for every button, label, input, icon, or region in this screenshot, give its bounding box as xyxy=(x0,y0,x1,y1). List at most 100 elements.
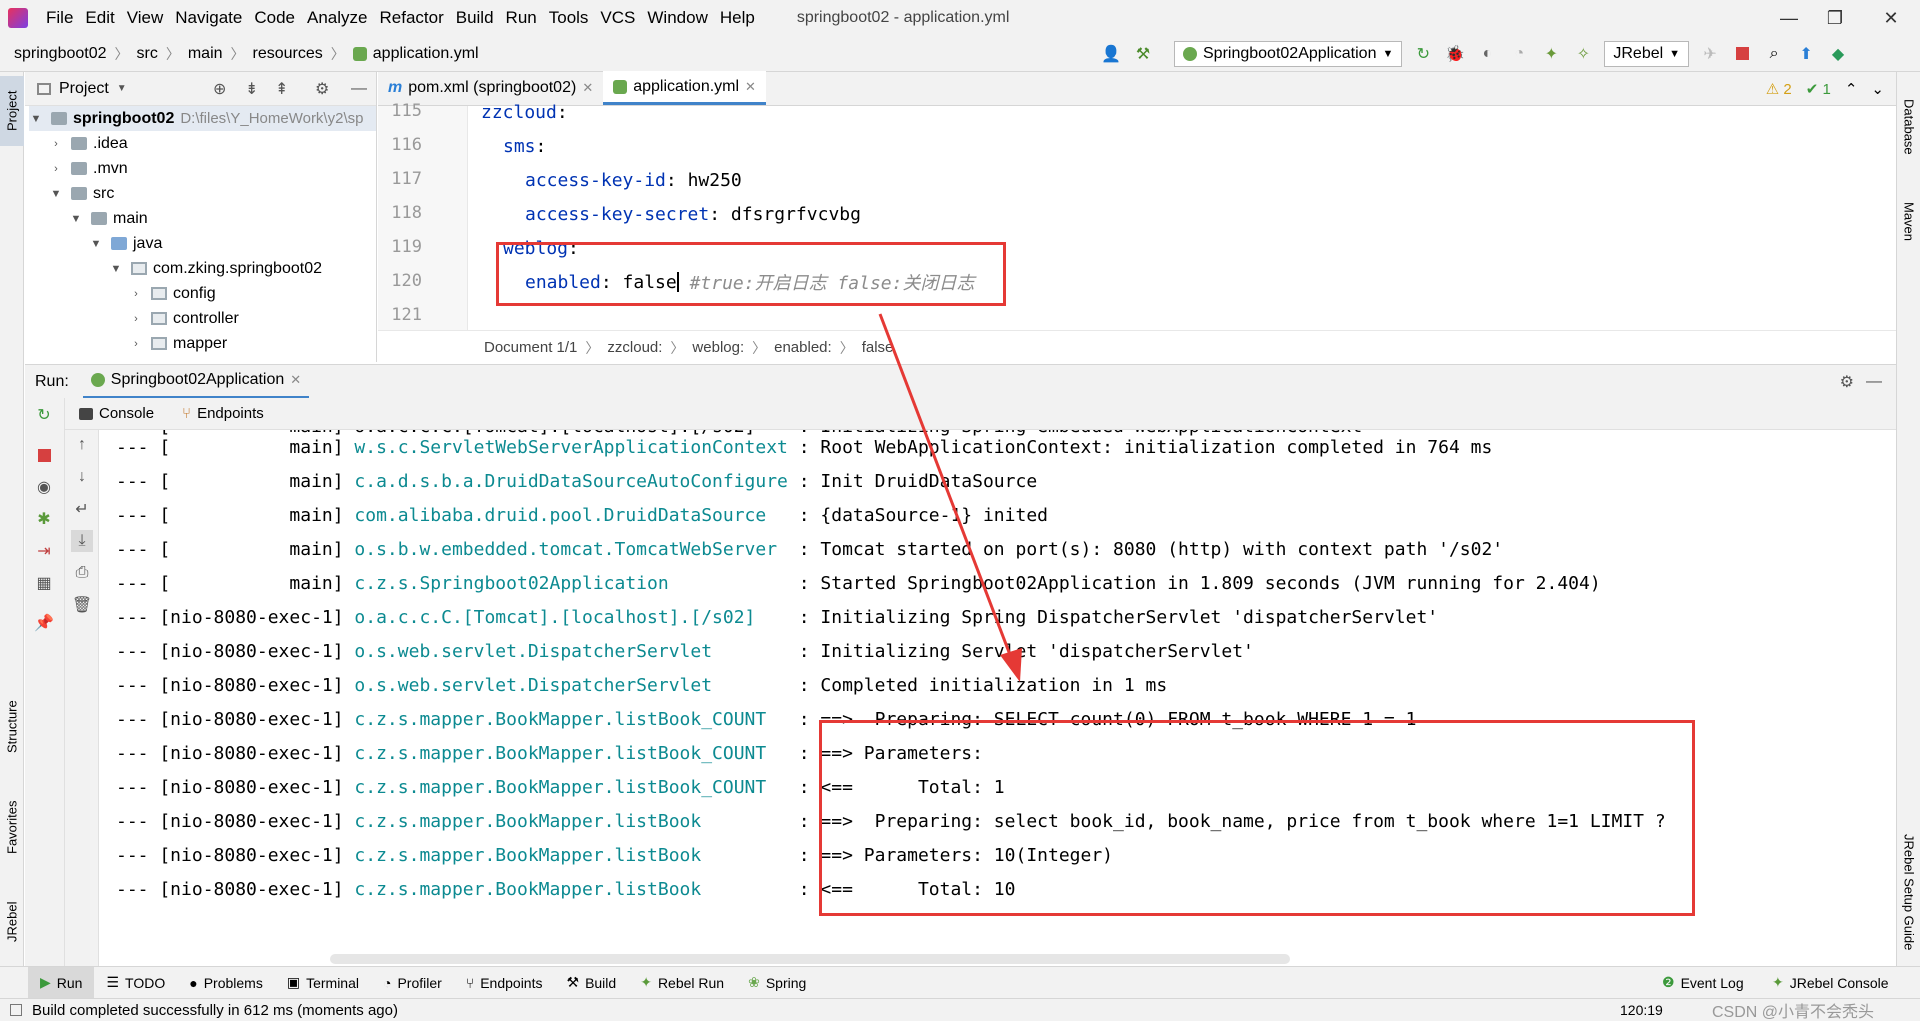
log-logger[interactable]: c.z.s.Springboot02Application xyxy=(354,573,787,594)
collapse-all-icon[interactable]: ⇞ xyxy=(275,79,288,99)
menu-code[interactable]: Code xyxy=(248,8,301,28)
chevron-down-icon[interactable]: ▼ xyxy=(117,83,127,94)
menu-file[interactable]: File xyxy=(40,8,79,28)
breadcrumb-file[interactable]: application.yml xyxy=(373,45,479,63)
side-tab-jrebel-setup[interactable]: JRebel Setup Guide xyxy=(1897,817,1920,967)
horizontal-scrollbar[interactable] xyxy=(330,954,1290,964)
tool-tab-endpoints[interactable]: ⑂ Endpoints xyxy=(454,967,555,999)
chevron-up-icon[interactable]: ⌃ xyxy=(1845,80,1858,98)
crumb-zzcloud[interactable]: zzcloud: xyxy=(607,339,662,356)
log-logger[interactable]: o.s.web.servlet.DispatcherServlet xyxy=(354,641,787,662)
side-tab-structure[interactable]: Structure xyxy=(0,682,24,772)
tool-tab-problems[interactable]: ● Problems xyxy=(177,967,275,999)
tree-item-main[interactable]: ▼ main xyxy=(69,206,148,231)
run-tab[interactable]: Springboot02Application ✕ xyxy=(82,365,310,399)
close-tab-icon[interactable]: ✕ xyxy=(290,372,301,388)
menu-help[interactable]: Help xyxy=(714,8,761,28)
run-config-select[interactable]: Springboot02Application ▼ xyxy=(1174,40,1403,67)
breadcrumb-main[interactable]: main xyxy=(188,45,223,63)
user-icon[interactable]: 👤 xyxy=(1100,43,1122,65)
arrow-up-icon[interactable]: ↑ xyxy=(71,434,93,456)
close-window-icon[interactable]: ✕ xyxy=(1868,0,1914,36)
crumb-value[interactable]: false xyxy=(862,339,894,356)
tree-item-controller[interactable]: › controller xyxy=(129,306,239,331)
menu-analyze[interactable]: Analyze xyxy=(301,8,373,28)
log-logger[interactable]: c.z.s.mapper.BookMapper.listBook xyxy=(354,811,787,832)
code-editor[interactable]: zzcloud: sms: access-key-id: hw250 acces… xyxy=(469,102,1896,330)
debug-icon[interactable]: ✱ xyxy=(33,508,55,530)
maximize-icon[interactable]: ❐ xyxy=(1812,0,1858,36)
crumb-document[interactable]: Document 1/1 xyxy=(484,339,577,356)
close-tab-icon[interactable]: ✕ xyxy=(745,79,756,95)
update-icon[interactable]: ⬆ xyxy=(1795,43,1817,65)
arrow-down-icon[interactable]: ↓ xyxy=(71,466,93,488)
jrebel-select[interactable]: JRebel ▼ xyxy=(1604,40,1690,67)
cursor-position[interactable]: 120:19 xyxy=(1620,1002,1663,1018)
expand-all-icon[interactable]: ⇟ xyxy=(245,79,258,99)
menu-run[interactable]: Run xyxy=(500,8,543,28)
coverage-icon[interactable]: ◐ xyxy=(1476,43,1498,65)
tab-application-yml[interactable]: application.yml ✕ xyxy=(603,71,766,105)
exit-icon[interactable]: ⇥ xyxy=(33,540,55,562)
debug-icon[interactable]: 🐞 xyxy=(1444,43,1466,65)
subtab-console[interactable]: Console xyxy=(79,405,154,422)
tool-tab-run[interactable]: ▶ Run xyxy=(28,966,95,999)
log-logger[interactable]: c.z.s.mapper.BookMapper.listBook_COUNT xyxy=(354,743,787,764)
tree-item-src[interactable]: ▼ src xyxy=(49,181,115,206)
deploy-icon[interactable]: ✈ xyxy=(1699,43,1721,65)
menu-refactor[interactable]: Refactor xyxy=(373,8,449,28)
locate-icon[interactable]: ⊕ xyxy=(213,79,226,99)
close-tab-icon[interactable]: ✕ xyxy=(582,80,593,96)
menu-edit[interactable]: Edit xyxy=(79,8,120,28)
side-tab-database[interactable]: Database xyxy=(1897,82,1920,172)
rerun-icon[interactable]: ↻ xyxy=(33,404,55,426)
tree-item-config[interactable]: › config xyxy=(129,281,216,306)
warning-icon[interactable]: ⚠ 2 xyxy=(1766,80,1792,98)
hide-icon[interactable]: — xyxy=(1866,373,1882,391)
stop-icon[interactable] xyxy=(33,444,55,466)
tree-item-mapper[interactable]: › mapper xyxy=(129,331,227,356)
menu-window[interactable]: Window xyxy=(641,8,713,28)
plugin-icon[interactable]: ◆ xyxy=(1827,43,1849,65)
tree-item-package[interactable]: ▼ com.zking.springboot02 xyxy=(109,256,322,281)
menu-view[interactable]: View xyxy=(121,8,170,28)
menu-vcs[interactable]: VCS xyxy=(594,8,641,28)
log-logger[interactable]: c.a.d.s.b.a.DruidDataSourceAutoConfigure xyxy=(354,471,787,492)
tool-tab-profiler[interactable]: ◔ Profiler xyxy=(371,967,454,999)
layout-toggle-icon[interactable] xyxy=(10,1004,22,1016)
log-logger[interactable]: o.s.web.servlet.DispatcherServlet xyxy=(354,675,787,696)
tool-tab-event-log[interactable]: ❷ Event Log xyxy=(1650,967,1756,999)
menu-tools[interactable]: Tools xyxy=(543,8,595,28)
tree-item-idea[interactable]: › .idea xyxy=(49,131,128,156)
gear-icon[interactable]: ⚙ xyxy=(315,79,329,99)
tool-tab-spring[interactable]: ❀ Spring xyxy=(736,967,818,999)
log-logger[interactable]: o.s.b.w.embedded.tomcat.TomcatWebServer xyxy=(354,539,787,560)
trash-icon[interactable]: 🗑 xyxy=(71,594,93,616)
hammer-icon[interactable]: ⚒ xyxy=(1132,43,1154,65)
rerun-icon[interactable]: ↻ xyxy=(1412,43,1434,65)
tool-tab-rebel-run[interactable]: ✦ Rebel Run xyxy=(628,967,736,999)
tree-item-java[interactable]: ▼ java xyxy=(89,231,163,256)
log-logger[interactable]: c.z.s.mapper.BookMapper.listBook_COUNT xyxy=(354,709,787,730)
crumb-enabled[interactable]: enabled: xyxy=(774,339,832,356)
hide-icon[interactable]: — xyxy=(351,80,367,98)
log-logger[interactable]: c.z.s.mapper.BookMapper.listBook_COUNT xyxy=(354,777,787,798)
tool-tab-terminal[interactable]: ▣ Terminal xyxy=(275,967,371,999)
tool-tab-jrebel-console[interactable]: ✦ JRebel Console xyxy=(1760,967,1901,999)
side-tab-maven[interactable]: Maven xyxy=(1897,182,1920,262)
subtab-endpoints[interactable]: ⑂ Endpoints xyxy=(182,405,264,422)
soft-wrap-icon[interactable]: ↵ xyxy=(71,498,93,520)
tool-tab-build[interactable]: ⚒ Build xyxy=(555,967,629,999)
log-logger[interactable]: com.alibaba.druid.pool.DruidDataSource xyxy=(354,505,787,526)
chevron-down-icon[interactable]: ⌄ xyxy=(1871,80,1884,98)
minimize-icon[interactable]: — xyxy=(1766,0,1812,36)
layout-icon[interactable]: ▦ xyxy=(33,572,55,594)
search-icon[interactable]: ⌕ xyxy=(1763,43,1785,65)
log-logger[interactable]: c.z.s.mapper.BookMapper.listBook xyxy=(354,845,787,866)
log-logger[interactable]: o.a.c.c.C.[Tomcat].[localhost].[/s02] xyxy=(354,607,787,628)
crumb-weblog[interactable]: weblog: xyxy=(692,339,744,356)
print-icon[interactable]: ⎙ xyxy=(71,562,93,584)
breadcrumb-src[interactable]: src xyxy=(137,45,158,63)
breadcrumb-project[interactable]: springboot02 xyxy=(14,45,107,63)
log-logger[interactable]: c.z.s.mapper.BookMapper.listBook xyxy=(354,879,787,900)
